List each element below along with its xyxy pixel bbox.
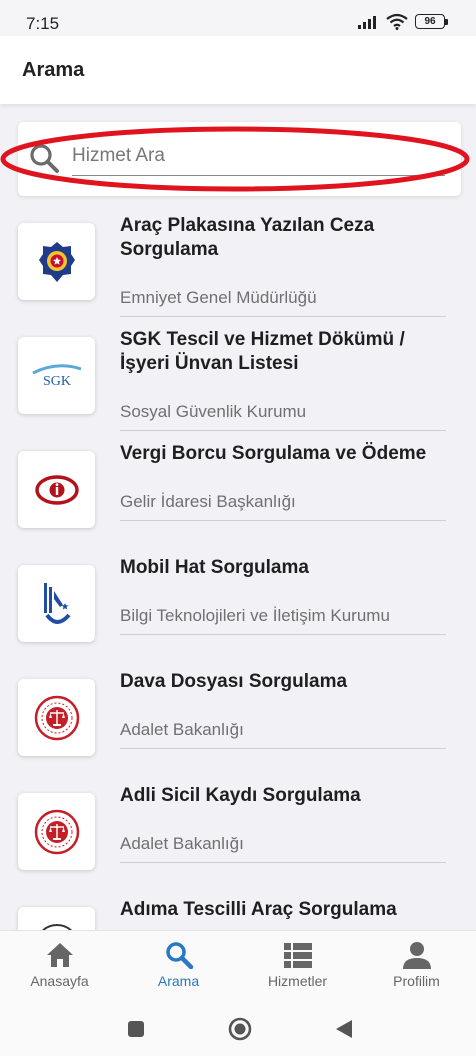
service-organization: Adalet Bakanlığı <box>120 834 244 853</box>
service-title: Mobil Hat Sorgulama <box>120 557 309 578</box>
service-title: Vergi Borcu Sorgulama ve Ödeme <box>120 443 427 464</box>
partial-logo-icon <box>40 923 73 930</box>
divider <box>120 634 446 635</box>
service-title: Dava Dosyası Sorgulama <box>120 671 348 692</box>
service-organization: Adalet Bakanlığı <box>120 720 244 739</box>
service-item[interactable]: Adıma Tescilli Araç Sorgulama <box>0 892 476 930</box>
service-item[interactable]: Mobil Hat Sorgulama Bilgi Teknolojileri … <box>0 550 476 664</box>
nav-label-home: Anasayfa <box>30 973 89 989</box>
person-icon <box>402 942 431 969</box>
search-card <box>18 122 461 196</box>
gib-logo-icon <box>34 474 79 505</box>
logo-container <box>18 679 95 756</box>
logo-container <box>18 223 95 300</box>
service-item[interactable]: Araç Plakasına Yazılan Ceza Sorgulama Em… <box>0 208 476 322</box>
justice-logo-icon <box>34 695 79 740</box>
service-organization: Emniyet Genel Müdürlüğü <box>120 288 317 307</box>
nav-item-home[interactable]: Anasayfa <box>0 931 119 1002</box>
recent-apps-icon[interactable] <box>126 1019 146 1039</box>
page-title: Arama <box>22 59 85 81</box>
service-item[interactable]: Dava Dosyası Sorgulama Adalet Bakanlığı <box>0 664 476 778</box>
divider <box>120 520 446 521</box>
nav-label-profile: Profilim <box>393 973 440 989</box>
status-time: 7:15 <box>26 14 60 33</box>
status-icons: 96 <box>357 13 448 30</box>
divider <box>120 748 446 749</box>
search-icon <box>30 144 59 173</box>
logo-container <box>18 451 95 528</box>
police-logo-icon <box>38 241 75 282</box>
bottom-navigation: Anasayfa Arama Hizmetler Profilim <box>0 930 476 1002</box>
service-item[interactable]: Adli Sicil Kaydı Sorgulama Adalet Bakanl… <box>0 778 476 892</box>
divider <box>120 862 446 863</box>
logo-container <box>18 907 95 930</box>
list-icon <box>283 943 312 968</box>
system-navigation-bar <box>0 1002 476 1056</box>
service-organization: Sosyal Güvenlik Kurumu <box>120 402 307 421</box>
search-icon <box>165 942 193 969</box>
btk-logo-icon <box>43 582 71 624</box>
divider <box>120 316 446 317</box>
service-title: SGK Tescil ve Hizmet Dökümü / İşyeri Ünv… <box>120 329 405 374</box>
nav-label-search: Arama <box>157 973 200 989</box>
home-button-icon[interactable] <box>228 1017 252 1041</box>
battery-level: 96 <box>424 16 436 27</box>
signal-icon <box>358 15 376 29</box>
back-icon[interactable] <box>334 1018 354 1040</box>
nav-item-services[interactable]: Hizmetler <box>238 931 357 1002</box>
sgk-logo-icon: SGK <box>31 363 81 389</box>
divider <box>120 430 446 431</box>
service-organization: Bilgi Teknolojileri ve İletişim Kurumu <box>120 606 390 625</box>
justice-logo-icon <box>34 809 79 854</box>
service-item[interactable]: SGK SGK Tescil ve Hizmet Dökümü / İşyeri… <box>0 322 476 436</box>
logo-container: SGK <box>18 337 95 414</box>
nav-item-search[interactable]: Arama <box>119 931 238 1002</box>
logo-container <box>18 793 95 870</box>
nav-item-profile[interactable]: Profilim <box>357 931 476 1002</box>
search-input[interactable] <box>72 140 445 176</box>
wifi-icon <box>386 13 408 30</box>
status-bar: 7:15 96 <box>0 0 476 36</box>
service-title: Adli Sicil Kaydı Sorgulama <box>120 785 361 806</box>
service-item[interactable]: Vergi Borcu Sorgulama ve Ödeme Gelir İda… <box>0 436 476 550</box>
svg-text:SGK: SGK <box>42 374 70 389</box>
service-title: Araç Plakasına Yazılan Ceza Sorgulama <box>120 215 375 260</box>
service-organization: Gelir İdaresi Başkanlığı <box>120 492 296 511</box>
service-title: Adıma Tescilli Araç Sorgulama <box>120 899 397 920</box>
nav-label-services: Hizmetler <box>267 973 328 989</box>
app-bar: Arama <box>0 36 476 104</box>
search-results-list[interactable]: Araç Plakasına Yazılan Ceza Sorgulama Em… <box>0 104 476 930</box>
logo-container <box>18 565 95 642</box>
battery-icon: 96 <box>415 14 448 29</box>
home-icon <box>46 943 73 967</box>
